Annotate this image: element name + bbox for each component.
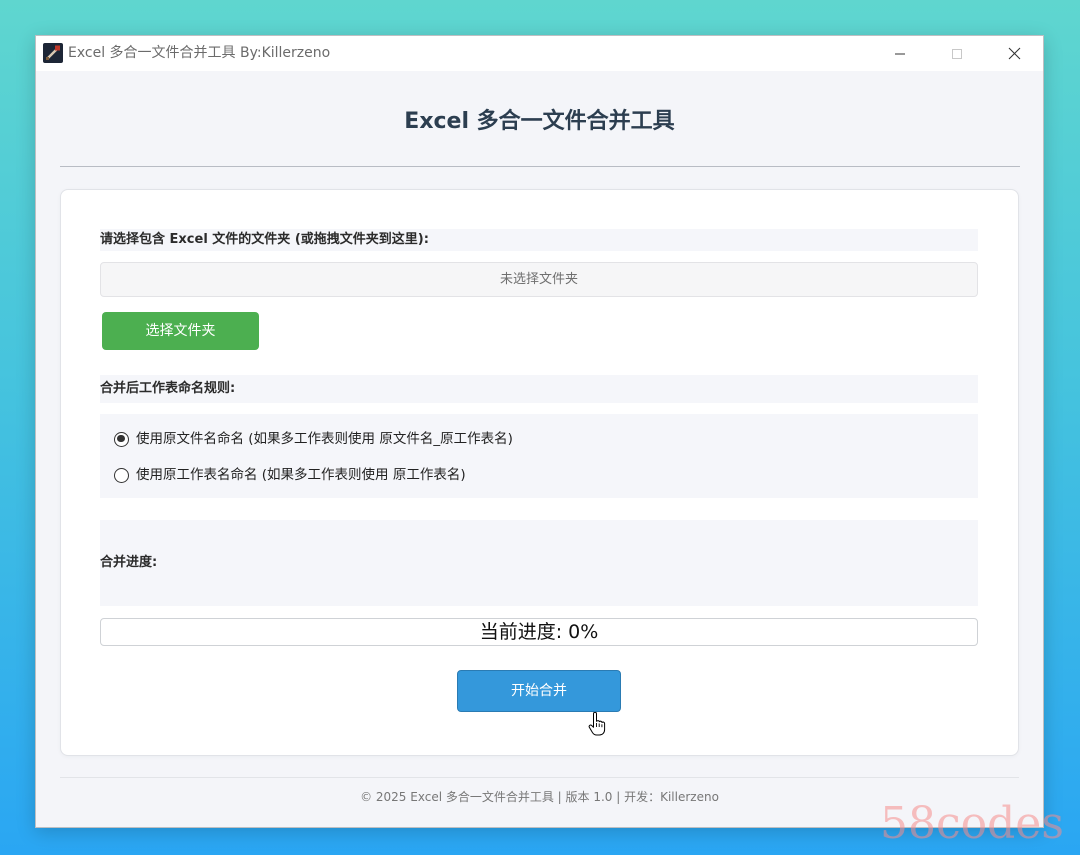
app-icon	[43, 43, 63, 63]
window-title: Excel 多合一文件合并工具 By:Killerzeno	[68, 45, 331, 61]
close-icon	[1008, 47, 1020, 60]
title-bar[interactable]: Excel 多合一文件合并工具 By:Killerzeno	[36, 36, 1043, 71]
select-folder-button[interactable]: 选择文件夹	[102, 312, 259, 350]
naming-rule-label: 合并后工作表命名规则:	[100, 375, 978, 403]
radio-option-label: 使用原工作表名命名 (如果多工作表则使用 原工作表名)	[136, 467, 466, 483]
maximize-button[interactable]	[929, 36, 985, 71]
footer-divider	[60, 777, 1019, 778]
start-merge-button[interactable]: 开始合并	[457, 670, 621, 712]
radio-option-filename[interactable]: 使用原文件名命名 (如果多工作表则使用 原文件名_原工作表名)	[114, 429, 513, 449]
title-divider	[60, 166, 1020, 167]
maximize-icon	[952, 48, 962, 59]
radio-option-sheetname[interactable]: 使用原工作表名命名 (如果多工作表则使用 原工作表名)	[114, 465, 466, 485]
radio-button[interactable]	[114, 467, 129, 483]
main-content: Excel 多合一文件合并工具 请选择包含 Excel 文件的文件夹 (或拖拽文…	[36, 71, 1043, 827]
radio-button-checked[interactable]	[114, 431, 129, 447]
app-window: Excel 多合一文件合并工具 By:Killerzeno Excel 多合一文…	[35, 35, 1044, 828]
page-title: Excel 多合一文件合并工具	[404, 109, 675, 134]
naming-rule-group: 使用原文件名命名 (如果多工作表则使用 原文件名_原工作表名) 使用原工作表名命…	[100, 414, 978, 498]
progress-bar: 当前进度: 0%	[100, 618, 978, 646]
minimize-icon	[895, 53, 905, 54]
progress-section: 合并进度:	[100, 520, 978, 606]
folder-drop-zone[interactable]: 未选择文件夹	[100, 262, 978, 297]
progress-text: 当前进度: 0%	[479, 621, 599, 643]
radio-option-label: 使用原文件名命名 (如果多工作表则使用 原文件名_原工作表名)	[136, 431, 513, 447]
hand-pointer-icon	[588, 712, 606, 736]
footer-text: © 2025 Excel 多合一文件合并工具 | 版本 1.0 | 开发：Kil…	[360, 790, 719, 804]
close-button[interactable]	[986, 36, 1042, 71]
main-card: 请选择包含 Excel 文件的文件夹 (或拖拽文件夹到这里): 未选择文件夹 选…	[60, 189, 1019, 756]
folder-label: 请选择包含 Excel 文件的文件夹 (或拖拽文件夹到这里):	[100, 229, 978, 251]
minimize-button[interactable]	[872, 36, 928, 71]
progress-label: 合并进度:	[100, 555, 158, 570]
